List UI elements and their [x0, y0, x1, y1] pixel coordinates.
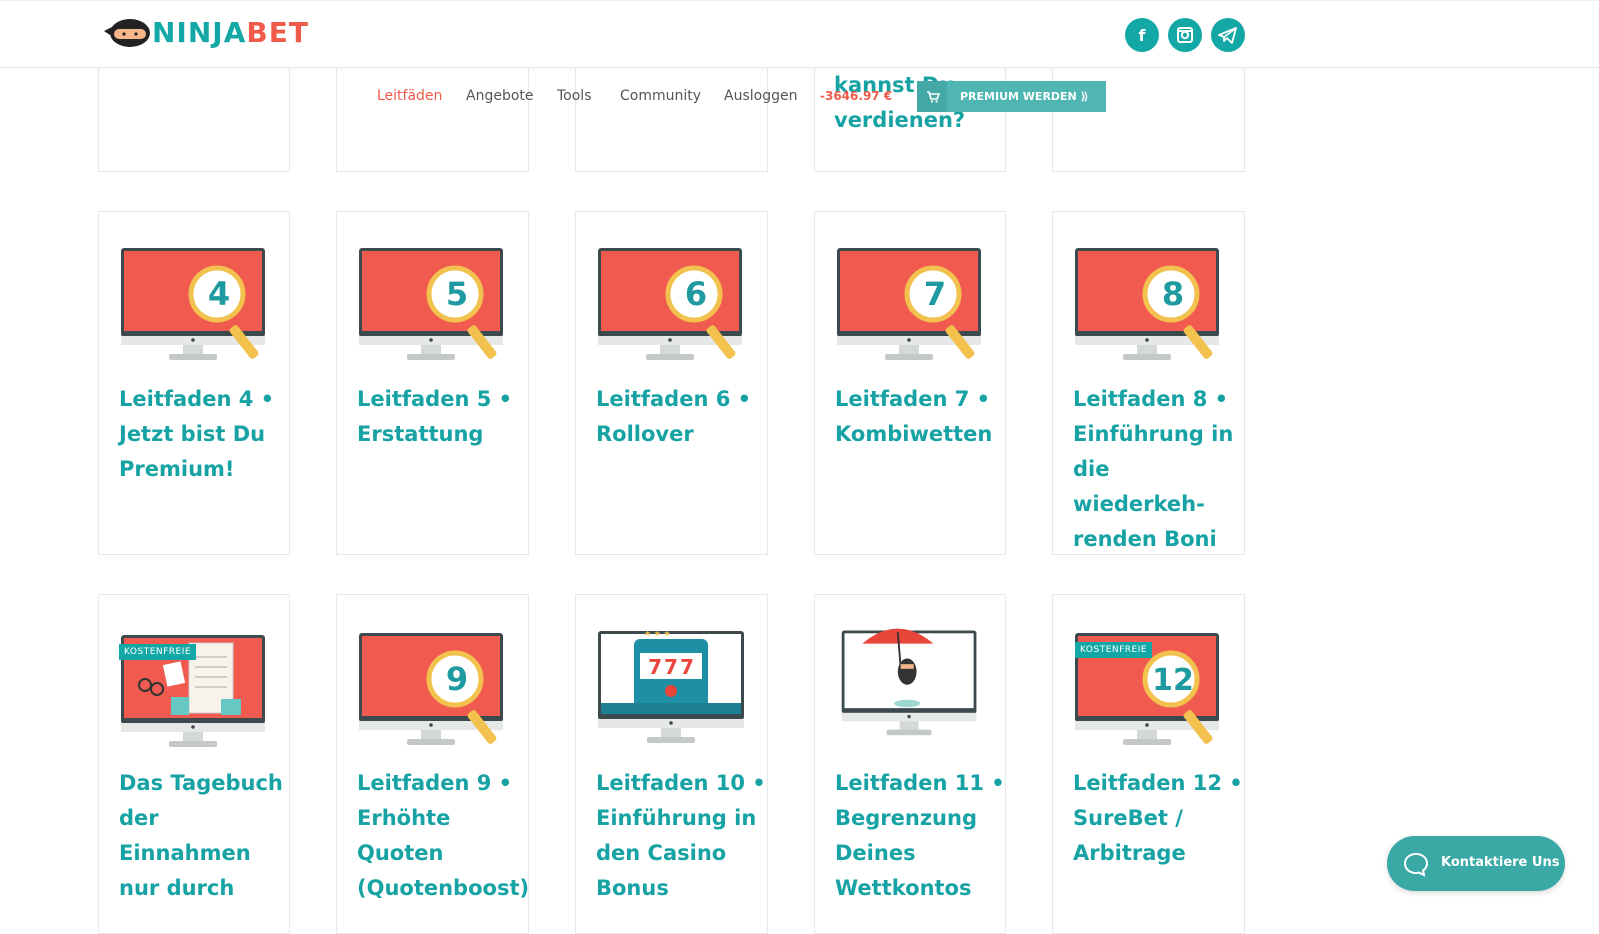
- free-badge: KOSTENFREIE: [1075, 642, 1153, 658]
- premium-button[interactable]: PREMIUM WERDEN ⟫: [917, 81, 1106, 112]
- nav-item-community[interactable]: Community: [620, 86, 701, 106]
- guide-card-12[interactable]: KOSTENFREIE 12 Leitfaden 12 • SureBet / …: [1052, 594, 1245, 934]
- nav-item-leitfaeden[interactable]: Leitfäden: [377, 86, 442, 106]
- guide-card-5[interactable]: 5 Leitfaden 5 • Erstattung: [336, 211, 529, 555]
- guide-title: Leitfaden 9 • Erhöhte Quoten (Quotenboos…: [357, 771, 530, 900]
- premium-label: PREMIUM WERDEN ⟫: [960, 90, 1089, 103]
- logo-text-bet: BET: [246, 16, 309, 49]
- instagram-icon: [1177, 27, 1193, 43]
- free-badge: KOSTENFREIE: [119, 644, 197, 660]
- guide-number: 8: [1161, 275, 1185, 313]
- instagram-button[interactable]: [1168, 18, 1202, 52]
- guide-title: Das Tagebuch der Einnahmen nur durch: [119, 771, 283, 900]
- monitor-magnifier-icon: [359, 248, 503, 360]
- guide-card-7[interactable]: 7 Leitfaden 7 • Kombiwetten: [814, 211, 1006, 555]
- guide-number: 6: [684, 275, 708, 313]
- nav-item-ausloggen[interactable]: Ausloggen: [724, 86, 797, 106]
- logo-text-ninja: NINJA: [152, 16, 247, 49]
- guide-card-11[interactable]: Leitfaden 11 • Begrenzung Deines Wettkon…: [814, 594, 1006, 934]
- contact-chat-button[interactable]: Kontaktiere Uns: [1387, 836, 1565, 891]
- guide-card-10[interactable]: ★ ★ ★ 777 Leitfaden 10 • Einführung in d…: [575, 594, 768, 934]
- telegram-button[interactable]: [1211, 18, 1245, 52]
- guide-number: 5: [445, 275, 469, 313]
- guide-title: Leitfaden 4 • Jetzt bist Du Premium!: [119, 387, 275, 481]
- guide-number: 4: [207, 275, 231, 313]
- guide-number: 9: [445, 660, 469, 698]
- guide-card-4[interactable]: 4 Leitfaden 4 • Jetzt bist Du Premium!: [98, 211, 290, 555]
- guide-title: Leitfaden 5 • Erstattung: [357, 387, 513, 446]
- monitor-slot-machine-icon: ★ ★ ★: [598, 631, 744, 743]
- guide-title: Leitfaden 10 • Einführung in den Casino …: [596, 771, 766, 900]
- svg-text:f: f: [1139, 26, 1147, 45]
- monitor-ninja-umbrella-icon: [841, 628, 977, 736]
- nav-item-tools[interactable]: Tools: [557, 86, 592, 106]
- chat-label: Kontaktiere Uns: [1441, 855, 1560, 870]
- guide-card-9[interactable]: 9 Leitfaden 9 • Erhöhte Quoten (Quotenbo…: [336, 594, 529, 934]
- guide-title: Leitfaden 11 • Begrenzung Deines Wettkon…: [835, 771, 1005, 900]
- facebook-button[interactable]: f: [1125, 18, 1159, 52]
- guide-title: Leitfaden 8 • Einführung in die wiederke…: [1073, 387, 1234, 551]
- cart-icon: [917, 81, 947, 112]
- ninja-logo-icon: [104, 19, 150, 47]
- guide-number: 7: [923, 275, 947, 313]
- site-header: NINJABET f: [0, 0, 1599, 68]
- monitor-magnifier-icon: [1075, 248, 1219, 360]
- monitor-magnifier-icon: [359, 633, 503, 745]
- chat-bubble-icon: [1403, 852, 1429, 877]
- monitor-magnifier-icon: [598, 248, 742, 360]
- account-balance: -3646.97 €: [820, 89, 893, 103]
- slot-number: 777: [648, 655, 696, 679]
- guide-card-6[interactable]: 6 Leitfaden 6 • Rollover: [575, 211, 768, 555]
- guide-card-diary[interactable]: KOSTENFREIE Das Tagebuch der Einnahmen n…: [98, 594, 290, 934]
- monitor-magnifier-icon: [837, 248, 981, 360]
- guide-title: Leitfaden 6 • Rollover: [596, 387, 752, 446]
- guide-title: Leitfaden 12 • SureBet / Arbitrage: [1073, 771, 1243, 865]
- guide-title: Leitfaden 7 • Kombiwetten: [835, 387, 993, 446]
- telegram-icon: [1218, 27, 1237, 44]
- svg-text:★ ★ ★: ★ ★ ★: [644, 631, 671, 638]
- logo[interactable]: NINJABET: [102, 15, 309, 51]
- guide-number: 12: [1152, 663, 1194, 698]
- guide-card-8[interactable]: 8 Leitfaden 8 • Einführung in die wieder…: [1052, 211, 1245, 555]
- facebook-icon: f: [1139, 26, 1147, 45]
- monitor-magnifier-icon: [121, 248, 265, 360]
- nav-item-angebote[interactable]: Angebote: [466, 86, 534, 106]
